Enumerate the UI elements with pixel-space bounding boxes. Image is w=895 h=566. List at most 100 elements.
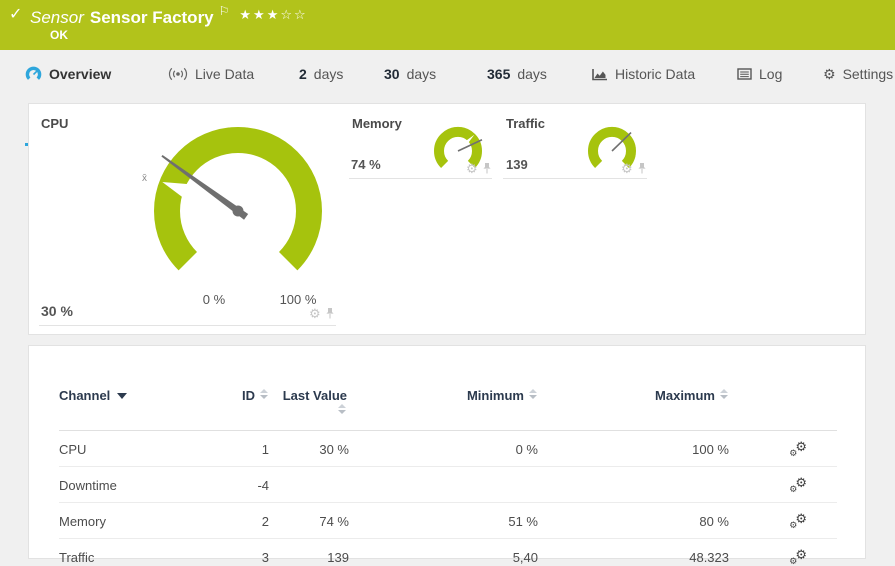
sort-desc-icon <box>117 393 128 399</box>
sort-icon <box>260 389 269 399</box>
column-header-actions <box>729 374 837 431</box>
channel-maximum <box>538 466 729 503</box>
tab-label: days <box>313 65 344 82</box>
pin-icon[interactable] <box>637 162 647 175</box>
channel-name: Traffic <box>59 538 229 566</box>
check-icon: ✓ <box>9 6 23 23</box>
column-header-channel[interactable]: Channel <box>59 374 229 431</box>
tab-bar: Overview Live Data 2 days 30 days 365 da… <box>0 50 895 146</box>
channel-maximum: 48.323 <box>538 538 729 566</box>
gear-icon[interactable]: ⚙ <box>621 162 633 175</box>
table-row-memory: Memory 2 74 % 51 % 80 % ⚙⚙ <box>59 502 837 539</box>
table-row-downtime: Downtime -4 ⚙⚙ <box>59 466 837 503</box>
channel-last-value: 30 % <box>269 430 349 467</box>
gear-icon[interactable]: ⚙ <box>466 162 478 175</box>
tab-label: Log <box>759 65 783 82</box>
pin-icon[interactable] <box>482 162 492 175</box>
status-text: OK <box>50 28 68 42</box>
memory-footer-rule <box>349 178 492 179</box>
broadcast-icon <box>168 67 188 81</box>
sensor-type-label: Sensor <box>30 8 84 27</box>
tab-log[interactable]: Log <box>737 50 782 97</box>
log-icon <box>737 67 752 80</box>
gear-icon: ⚙ <box>823 65 836 82</box>
tab-label: Settings <box>842 65 894 82</box>
tab-live-data[interactable]: Live Data <box>168 50 254 97</box>
channel-last-value: 74 % <box>269 502 349 539</box>
sensor-title-line: Sensor Sensor Factory ⚐ ★★★☆☆ <box>30 4 308 28</box>
channel-id: 1 <box>229 430 269 467</box>
flag-icon[interactable]: ⚐ <box>219 4 230 18</box>
gauges-panel: CPU x̄ 0 % 100 % 30 % ⚙ Memory 74 % ⚙ Tr… <box>28 103 866 335</box>
star-rating[interactable]: ★★★☆☆ <box>239 7 307 22</box>
channel-settings-button[interactable]: ⚙⚙ <box>789 475 809 494</box>
tab-settings[interactable]: ⚙ Settings <box>823 50 893 97</box>
gauge-arc <box>434 127 482 168</box>
table-row-traffic: Traffic 3 139 5,40 48.323 ⚙⚙ <box>59 538 837 566</box>
gauge-scale-min: 0 % <box>202 292 226 307</box>
cpu-footer-rule <box>39 325 336 326</box>
gear-icon: ⚙ <box>795 439 807 454</box>
tab-overview[interactable]: Overview <box>25 50 111 97</box>
channel-table-panel: Channel ID Last Value Minimum Maximum CP… <box>28 345 866 566</box>
gauge-value-memory: 74 % <box>351 157 381 172</box>
tab-historic-data[interactable]: Historic Data <box>592 50 695 97</box>
tab-label: days <box>406 65 437 82</box>
tab-label: Historic Data <box>615 65 696 82</box>
column-header-last-value[interactable]: Last Value <box>269 374 349 431</box>
average-marker-label: x̄ <box>142 173 147 184</box>
channel-minimum <box>349 466 538 503</box>
tab-label: Overview <box>49 65 112 82</box>
gear-icon[interactable]: ⚙ <box>309 307 321 320</box>
channel-last-value: 139 <box>269 538 349 566</box>
channel-name: Downtime <box>59 466 229 503</box>
channel-name: Memory <box>59 502 229 539</box>
gauge-value-cpu: 30 % <box>41 303 73 319</box>
channel-id: 3 <box>229 538 269 566</box>
channel-id: 2 <box>229 502 269 539</box>
gear-icon: ⚙ <box>795 475 807 490</box>
gear-icon: ⚙ <box>795 511 807 526</box>
column-header-id[interactable]: ID <box>229 374 269 431</box>
gauge-icon <box>25 65 42 82</box>
tab-label: Live Data <box>195 65 255 82</box>
tab-number: 30 <box>384 65 400 82</box>
channel-maximum: 100 % <box>538 430 729 467</box>
sort-icon <box>338 404 347 414</box>
pin-icon[interactable] <box>325 307 335 320</box>
gear-icon: ⚙ <box>795 547 807 562</box>
tab-30-days[interactable]: 30 days <box>384 50 436 97</box>
sort-icon <box>720 389 729 399</box>
area-chart-icon <box>592 67 608 81</box>
table-row-cpu: CPU 1 30 % 0 % 100 % ⚙⚙ <box>59 430 837 467</box>
channel-settings-button[interactable]: ⚙⚙ <box>789 547 809 566</box>
channel-settings-button[interactable]: ⚙⚙ <box>789 511 809 530</box>
gauge-scale-max: 100 % <box>279 292 317 307</box>
gauge-title-traffic: Traffic <box>506 116 546 131</box>
tab-2-days[interactable]: 2 days <box>299 50 343 97</box>
cpu-gauge: x̄ <box>142 127 322 271</box>
tab-number: 365 <box>487 65 511 82</box>
gauge-title-memory: Memory <box>352 116 402 131</box>
tab-label: days <box>517 65 547 82</box>
traffic-footer-rule <box>503 178 647 179</box>
traffic-gauge-actions: ⚙ <box>621 162 647 175</box>
sort-icon <box>529 389 538 399</box>
gauge-arc <box>154 127 322 271</box>
channel-minimum: 51 % <box>349 502 538 539</box>
memory-gauge-actions: ⚙ <box>466 162 492 175</box>
table-header-row: Channel ID Last Value Minimum Maximum <box>59 374 837 431</box>
gauge-title-cpu: CPU <box>41 116 69 131</box>
column-header-minimum[interactable]: Minimum <box>349 374 538 431</box>
tab-number: 2 <box>299 65 307 82</box>
tab-365-days[interactable]: 365 days <box>487 50 547 97</box>
channel-id: -4 <box>229 466 269 503</box>
channel-last-value <box>269 466 349 503</box>
gauge-arc <box>588 127 636 168</box>
cpu-gauge-actions: ⚙ <box>309 307 335 320</box>
column-header-maximum[interactable]: Maximum <box>538 374 729 431</box>
sensor-title[interactable]: Sensor Factory <box>90 8 214 27</box>
channel-table: Channel ID Last Value Minimum Maximum CP… <box>59 374 837 566</box>
channel-maximum: 80 % <box>538 502 729 539</box>
channel-settings-button[interactable]: ⚙⚙ <box>789 439 809 458</box>
